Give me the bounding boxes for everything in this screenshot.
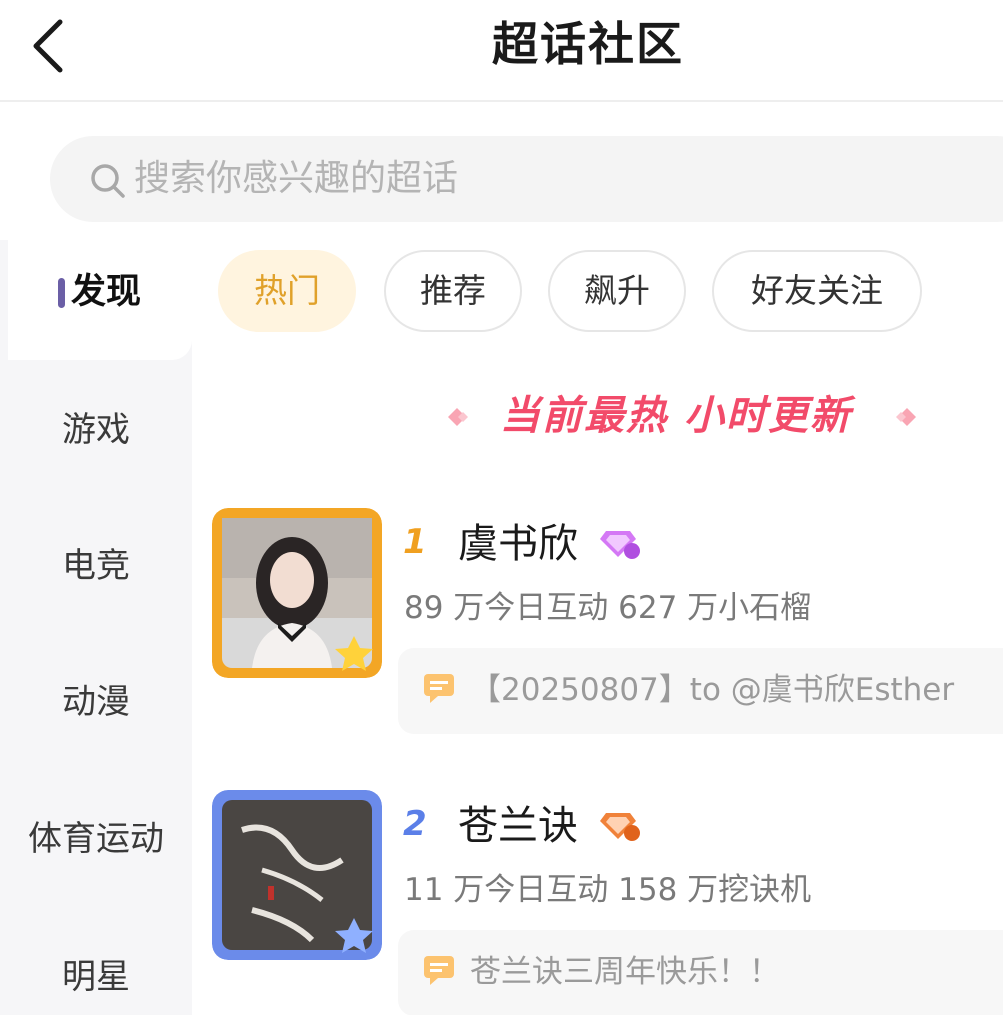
topic-stats: 89 万今日互动 627 万小石榴 bbox=[404, 590, 812, 626]
sidebar-item-esports[interactable]: 电竞 bbox=[0, 542, 192, 590]
chat-bubble-icon bbox=[424, 674, 454, 703]
top-bar: 超话社区 bbox=[0, 0, 1003, 102]
sidebar-item-anime[interactable]: 动漫 bbox=[0, 678, 192, 726]
hot-banner: 当前最热 小时更新 bbox=[440, 388, 940, 448]
search-icon bbox=[91, 164, 125, 198]
chat-bubble-icon bbox=[424, 956, 454, 985]
diamond-level-badge-icon bbox=[600, 813, 640, 841]
sidebar-item-sports[interactable]: 体育运动 bbox=[0, 815, 192, 863]
page-title: 超话社区 bbox=[492, 17, 684, 71]
topic-avatar[interactable] bbox=[212, 790, 382, 960]
sidebar-item-games[interactable]: 游戏 bbox=[0, 406, 192, 454]
topic-latest-post[interactable]: 【20250807】to @虞书欣Esther bbox=[398, 648, 1003, 734]
topic-avatar[interactable] bbox=[212, 508, 382, 678]
topic-name[interactable]: 虞书欣 bbox=[458, 518, 578, 570]
sidebar-item-stars[interactable]: 明星 bbox=[0, 953, 192, 1001]
tab-recommend[interactable]: 推荐 bbox=[384, 250, 522, 332]
rank-number: 1 bbox=[403, 522, 427, 562]
diamond-decor-icon bbox=[896, 408, 916, 426]
sidebar-item-discover[interactable]: 发现 bbox=[10, 268, 202, 316]
banner-text: 当前最热 小时更新 bbox=[500, 393, 852, 439]
search-input[interactable]: 搜索你感兴趣的超话 bbox=[50, 136, 1003, 222]
tab-hot[interactable]: 热门 bbox=[218, 250, 356, 332]
tab-rising[interactable]: 飙升 bbox=[548, 250, 686, 332]
diamond-level-badge-icon bbox=[600, 531, 640, 559]
topic-stats: 11 万今日互动 158 万挖诀机 bbox=[404, 872, 812, 908]
avatar-image bbox=[212, 790, 382, 960]
post-text: 苍兰诀三周年快乐！！ bbox=[470, 954, 780, 990]
tab-friends-follow[interactable]: 好友关注 bbox=[712, 250, 922, 332]
post-text: 【20250807】to @虞书欣Esther bbox=[470, 672, 955, 708]
topic-latest-post[interactable]: 苍兰诀三周年快乐！！ bbox=[398, 930, 1003, 1015]
topic-name[interactable]: 苍兰诀 bbox=[458, 800, 578, 852]
rank-number: 2 bbox=[403, 804, 427, 844]
diamond-decor-icon bbox=[448, 408, 468, 426]
avatar-image bbox=[212, 508, 382, 678]
search-placeholder: 搜索你感兴趣的超话 bbox=[134, 158, 459, 199]
